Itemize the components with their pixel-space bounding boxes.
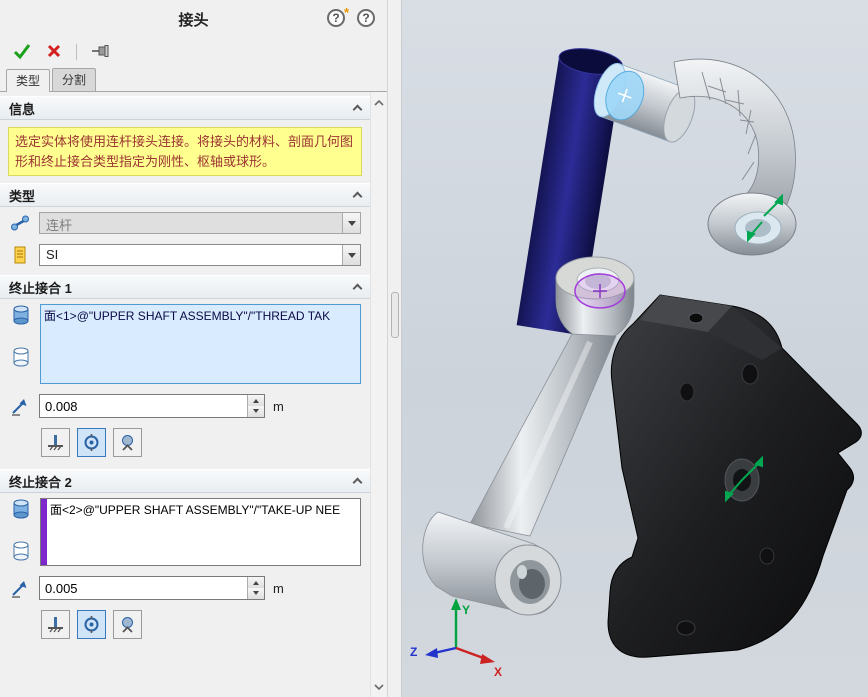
pm-content: 信息 选定实体将使用连杆接头连接。将接头的材料、剖面几何图形和终止接合类型指定为… xyxy=(0,92,370,697)
scroll-up-icon[interactable] xyxy=(372,95,387,110)
joint1-length-field xyxy=(39,394,265,418)
splitter-handle[interactable] xyxy=(391,292,399,338)
spin-down-button[interactable] xyxy=(248,588,264,599)
section-header-end-joint-1[interactable]: 终止接合 1 xyxy=(0,275,370,299)
triad-x-label: X xyxy=(494,665,502,679)
info-message: 选定实体将使用连杆接头连接。将接头的材料、剖面几何图形和终止接合类型指定为刚性、… xyxy=(8,127,362,176)
spin-down-button[interactable] xyxy=(248,406,264,417)
cylinder-outline-icon xyxy=(11,346,31,371)
pivot-end-button[interactable] xyxy=(77,428,106,457)
pivot-end-button[interactable] xyxy=(77,610,106,639)
chevron-down-icon xyxy=(342,213,360,233)
tab-bar: 类型 分割 xyxy=(0,66,387,92)
tab-type[interactable]: 类型 xyxy=(6,69,50,92)
collapse-chevron-icon xyxy=(353,192,363,202)
unit-label: m xyxy=(273,399,284,414)
link-connector-icon xyxy=(9,212,31,234)
scroll-down-icon[interactable] xyxy=(372,679,387,694)
triad-z-label: Z xyxy=(410,645,417,659)
new-star-icon: * xyxy=(344,5,349,20)
rigid-end-button[interactable] xyxy=(41,610,70,639)
chevron-down-icon xyxy=(342,245,360,265)
unit-system-select[interactable]: SI xyxy=(39,244,361,266)
panel-header: 接头 ?* ? xyxy=(0,0,387,38)
joint2-length-field xyxy=(39,576,265,600)
selected-face-highlight-2 xyxy=(575,274,625,308)
tab-split[interactable]: 分割 xyxy=(52,68,96,91)
help-icon[interactable]: ? xyxy=(357,9,375,27)
selection-item[interactable]: 面<2>@"UPPER SHAFT ASSEMBLY"/"TAKE-UP NEE xyxy=(47,499,343,565)
section-header-info[interactable]: 信息 xyxy=(0,96,370,120)
panel-splitter[interactable] xyxy=(388,0,402,697)
joint1-selection-list[interactable]: 面<1>@"UPPER SHAFT ASSEMBLY"/"THREAD TAK xyxy=(40,304,361,384)
toolbar-separator xyxy=(76,44,77,60)
collapse-chevron-icon xyxy=(353,478,363,488)
spherical-end-button[interactable] xyxy=(113,610,142,639)
graphics-viewport[interactable]: Y X Z xyxy=(402,0,868,697)
connector-type-select[interactable]: 连杆 xyxy=(39,212,361,234)
rigid-end-button[interactable] xyxy=(41,428,70,457)
orientation-triad: Y X Z xyxy=(410,598,502,679)
section-header-type[interactable]: 类型 xyxy=(0,183,370,207)
collapse-chevron-icon xyxy=(353,284,363,294)
pin-button[interactable] xyxy=(91,43,111,62)
selection-item[interactable]: 面<1>@"UPPER SHAFT ASSEMBLY"/"THREAD TAK xyxy=(41,305,333,383)
panel-scrollbar[interactable] xyxy=(370,92,387,697)
joint2-selection-list[interactable]: 面<2>@"UPPER SHAFT ASSEMBLY"/"TAKE-UP NEE xyxy=(40,498,361,566)
joint1-length-input[interactable] xyxy=(40,395,247,417)
pm-toolbar xyxy=(0,38,387,66)
unit-label: m xyxy=(273,581,284,596)
spin-up-button[interactable] xyxy=(248,395,264,406)
cylinder-outline-icon xyxy=(11,540,31,565)
page-title: 接头 xyxy=(178,9,208,30)
cylindrical-face-icon xyxy=(11,498,31,523)
cylindrical-face-icon xyxy=(11,304,31,329)
whats-new-help-icon[interactable]: ?* xyxy=(327,9,345,27)
cancel-button[interactable] xyxy=(46,43,62,62)
bracket-part[interactable] xyxy=(608,295,861,657)
spin-up-button[interactable] xyxy=(248,577,264,588)
length-arrow-icon xyxy=(9,577,31,599)
units-icon xyxy=(9,244,31,266)
ok-button[interactable] xyxy=(12,42,32,63)
length-arrow-icon xyxy=(9,395,31,417)
joint2-length-input[interactable] xyxy=(40,577,247,599)
collapse-chevron-icon xyxy=(353,105,363,115)
curved-arm-part[interactable] xyxy=(674,59,796,255)
section-header-end-joint-2[interactable]: 终止接合 2 xyxy=(0,469,370,493)
triad-y-label: Y xyxy=(462,603,470,617)
spherical-end-button[interactable] xyxy=(113,428,142,457)
property-manager-panel: 接头 ?* ? 类型 分割 信息 选定实体将使用连杆接头连接。将接头的材 xyxy=(0,0,388,697)
